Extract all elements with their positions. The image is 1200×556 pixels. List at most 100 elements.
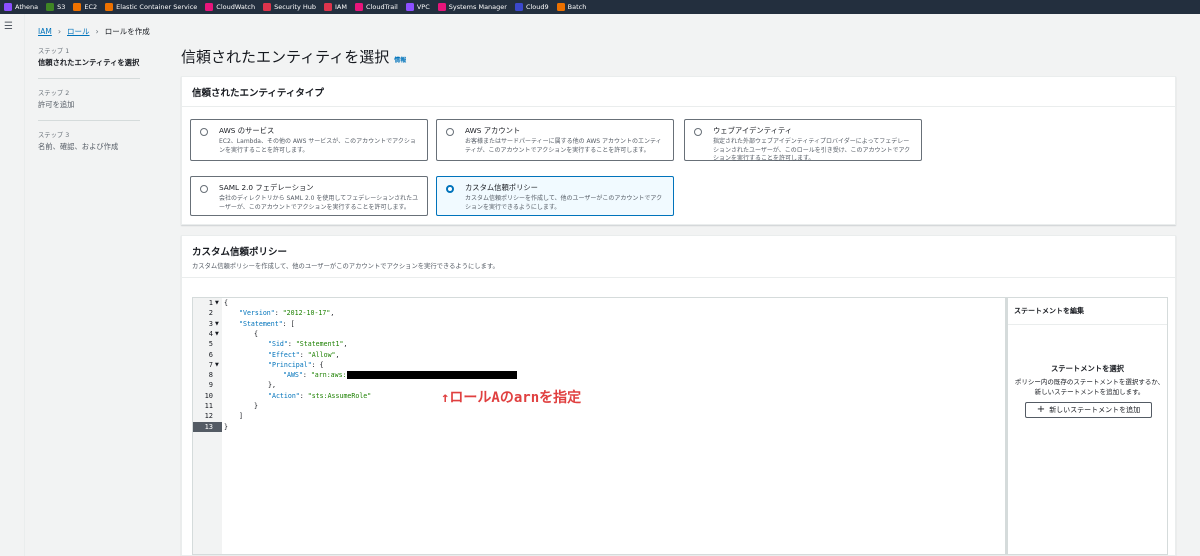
code-line: }, (268, 380, 276, 390)
step-title: 信頼されたエンティティを選択 (38, 58, 140, 67)
panel-header: カスタム信頼ポリシー カスタム信頼ポリシーを作成して、他のユーザーがこのアカウン… (182, 236, 1175, 278)
step-title: 許可を追加 (38, 100, 75, 109)
radio-button[interactable] (200, 185, 208, 193)
radio-button-selected[interactable] (446, 185, 454, 193)
fold-arrow-icon[interactable]: ▼ (215, 360, 219, 370)
option-title: カスタム信頼ポリシー (465, 183, 538, 192)
json-value: "2012-10-17" (282, 309, 331, 318)
breadcrumb-roles[interactable]: ロール (67, 26, 90, 37)
service-iam[interactable]: IAM (324, 3, 347, 11)
code-line: } (224, 422, 228, 432)
line-number: 10 (204, 391, 213, 400)
json-value: "sts:AssumeRole" (307, 391, 372, 400)
service-cloud9[interactable]: Cloud9 (514, 3, 549, 11)
code-token: { (224, 299, 228, 307)
service-athena[interactable]: Athena (4, 3, 38, 11)
statement-editor-sidebar: ステートメントを編集 ステートメントを選択 ポリシー内の既存のステートメントを選… (1005, 298, 1167, 554)
radio-button[interactable] (200, 128, 208, 136)
option-desc: EC2、Lambda、その他の AWS サービスが、このアカウントでアクションを… (219, 138, 416, 154)
line-number: 4 (208, 329, 213, 338)
sidebar-desc: ポリシー内の既存のステートメントを選択するか、新しいステートメントを追加します。 (1014, 378, 1165, 396)
step-2: ステップ 2 許可を追加 (38, 88, 140, 121)
option-aws-account[interactable]: AWS アカウント お客様またはサードパーティーに属する他の AWS アカウント… (436, 119, 674, 161)
json-key: "Statement" (239, 319, 283, 328)
option-title: SAML 2.0 フェデレーション (219, 183, 314, 192)
service-batch[interactable]: Batch (556, 3, 586, 11)
code-line: "Action": "sts:AssumeRole" (268, 391, 372, 400)
json-key: "Principal" (268, 360, 312, 369)
code-area[interactable]: { "Version": "2012-10-17", "Statement": … (222, 298, 1004, 554)
policy-json-editor[interactable]: 1 ▼ 2 3 ▼ 4 ▼ 5 6 7 ▼ 8 9 10 11 12 13 { … (192, 297, 1168, 555)
ecs-icon (105, 3, 114, 11)
option-title: AWS のサービス (219, 126, 275, 135)
cloudtrail-icon (355, 3, 363, 11)
service-ecs[interactable]: Elastic Container Service (105, 3, 197, 11)
add-statement-label: 新しいステートメントを追加 (1049, 406, 1141, 414)
line-number: 2 (208, 309, 213, 318)
service-cloudwatch[interactable]: CloudWatch (205, 3, 255, 11)
service-ec2[interactable]: EC2 (73, 3, 97, 11)
code-line: "Version": "2012-10-17", (239, 309, 335, 318)
line-number: 8 (208, 371, 213, 380)
code-line: "AWS": "arn:aws: (283, 370, 517, 380)
panel-header: 信頼されたエンティティタイプ (182, 77, 1175, 107)
add-statement-button[interactable]: + 新しいステートメントを追加 (1025, 402, 1152, 418)
athena-icon (4, 3, 12, 11)
fold-arrow-icon[interactable]: ▼ (215, 329, 219, 339)
json-value: [ (290, 319, 295, 328)
cloudwatch-icon (205, 3, 214, 11)
fold-arrow-icon[interactable]: ▼ (215, 319, 219, 329)
batch-icon (556, 3, 565, 11)
json-key: "AWS" (283, 371, 303, 380)
plus-icon: + (1036, 404, 1046, 415)
json-value: { (319, 360, 324, 369)
option-web-identity[interactable]: ウェブアイデンティティ 指定された外部ウェブアイデンティティプロバイダーによって… (684, 119, 922, 162)
page-title-text: 信頼されたエンティティを選択 (181, 48, 390, 66)
step-title: 名前、確認、および作成 (38, 142, 119, 151)
chevron-right-icon: › (57, 27, 62, 36)
wizard-steps: ステップ 1 信頼されたエンティティを選択 ステップ 2 許可を追加 ステップ … (38, 46, 140, 171)
page-title: 信頼されたエンティティを選択 情報 (181, 46, 406, 67)
code-line: "Principal": { (268, 360, 324, 369)
option-desc: 会社のディレクトリから SAML 2.0 を使用してフェデレーションされたユーザ… (219, 195, 419, 211)
code-token: { (254, 329, 258, 338)
breadcrumb-iam[interactable]: IAM (38, 27, 52, 36)
menu-icon[interactable]: ☰ (4, 21, 13, 32)
redacted-arn (346, 371, 517, 380)
json-key: "Effect" (268, 350, 300, 359)
code-token: } (224, 422, 228, 431)
line-number: 12 (204, 412, 213, 421)
option-saml-federation[interactable]: SAML 2.0 フェデレーション 会社のディレクトリから SAML 2.0 を… (190, 176, 428, 216)
option-aws-service[interactable]: AWS のサービス EC2、Lambda、その他の AWS サービスが、このアカ… (190, 119, 428, 161)
service-systems-manager[interactable]: Systems Manager (437, 3, 507, 11)
option-custom-trust-policy[interactable]: カスタム信頼ポリシー カスタム信頼ポリシーを作成して、他のユーザーがこのアカウン… (436, 176, 674, 216)
code-line: } (254, 401, 258, 411)
code-line: "Effect": "Allow", (268, 350, 340, 359)
code-token: }, (268, 381, 276, 390)
service-cloudtrail[interactable]: CloudTrail (355, 3, 398, 11)
step-3: ステップ 3 名前、確認、および作成 (38, 130, 140, 162)
annotation-text: ↑ロールAのarnを指定 (441, 390, 582, 406)
option-title: AWS アカウント (465, 126, 521, 135)
code-token: } (254, 402, 258, 410)
option-title: ウェブアイデンティティ (713, 126, 793, 135)
vpc-icon (405, 3, 414, 11)
code-line: "Sid": "Statement1", (268, 340, 348, 349)
service-vpc[interactable]: VPC (405, 3, 430, 11)
info-link[interactable]: 情報 (394, 55, 406, 64)
service-s3[interactable]: S3 (46, 3, 65, 11)
fold-arrow-icon[interactable]: ▼ (215, 298, 219, 308)
radio-button[interactable] (694, 128, 702, 136)
line-number: 9 (208, 381, 213, 390)
option-desc: 指定された外部ウェブアイデンティティプロバイダーによってフェデレーションされたユ… (713, 138, 911, 162)
sidebar-title: ステートメントを選択 (1051, 364, 1124, 373)
ec2-icon (73, 3, 82, 11)
sidebar-header: ステートメントを編集 (1008, 298, 1167, 325)
option-desc: カスタム信頼ポリシーを作成して、他のユーザーがこのアカウントでアクションを実行で… (465, 195, 663, 211)
json-value: "Allow" (307, 350, 336, 359)
radio-button[interactable] (446, 128, 454, 136)
service-security-hub[interactable]: Security Hub (263, 3, 316, 11)
step-1: ステップ 1 信頼されたエンティティを選択 (38, 46, 140, 79)
chevron-right-icon: › (95, 27, 99, 36)
breadcrumb: IAM › ロール › ロールを作成 (38, 26, 150, 37)
